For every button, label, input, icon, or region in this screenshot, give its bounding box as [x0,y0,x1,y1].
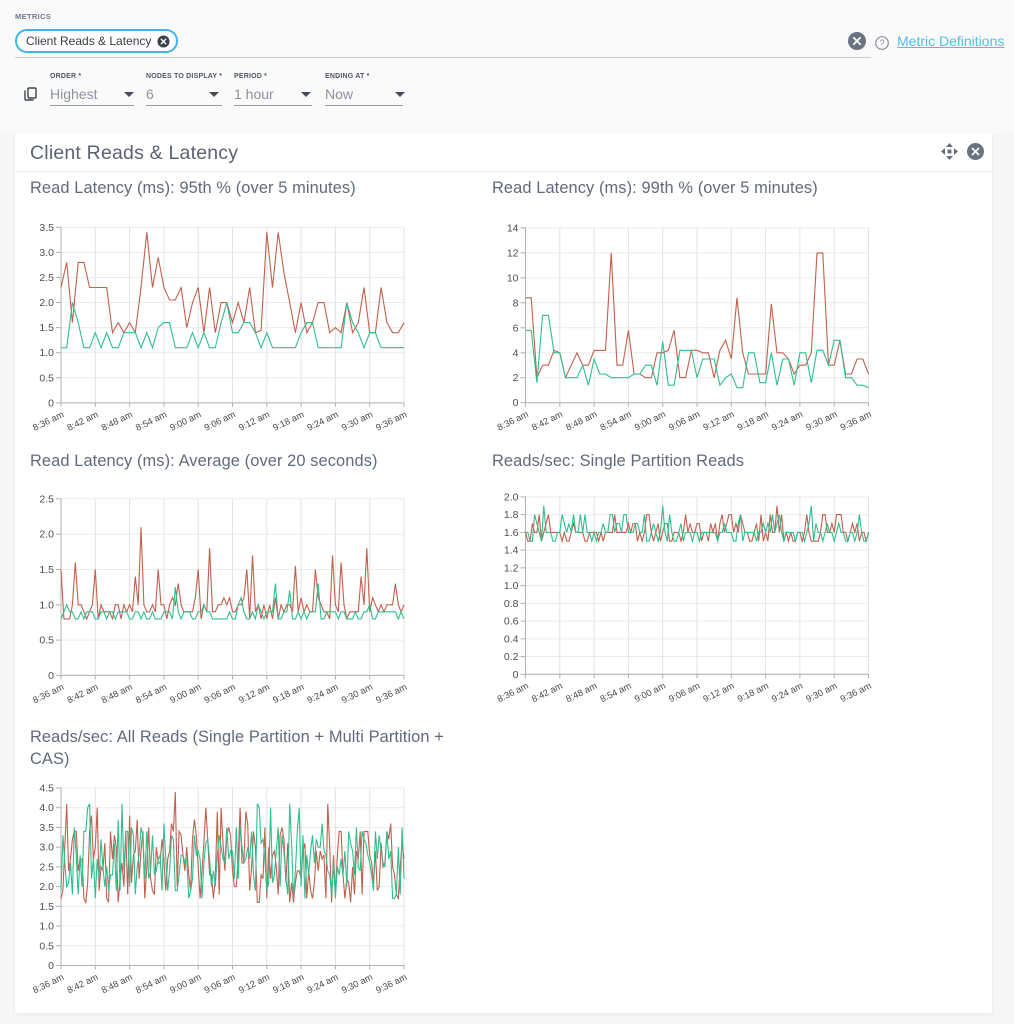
svg-text:10: 10 [507,272,519,284]
svg-text:0.6: 0.6 [504,616,519,628]
svg-text:2.0: 2.0 [39,297,54,309]
svg-text:9:12 am: 9:12 am [237,972,272,996]
svg-text:0: 0 [513,669,519,681]
svg-text:12: 12 [507,247,519,259]
svg-text:14: 14 [507,222,519,234]
svg-text:9:06 am: 9:06 am [203,682,238,706]
svg-text:9:24 am: 9:24 am [306,682,341,706]
svg-text:0.2: 0.2 [504,651,519,663]
svg-text:0: 0 [48,670,54,682]
svg-text:0.5: 0.5 [39,372,54,384]
svg-text:8:54 am: 8:54 am [599,409,634,433]
svg-text:8:36 am: 8:36 am [31,409,66,433]
svg-text:9:06 am: 9:06 am [667,409,702,433]
svg-text:9:30 am: 9:30 am [340,972,375,996]
svg-text:9:00 am: 9:00 am [168,972,203,996]
svg-text:8:36 am: 8:36 am [496,409,531,433]
svg-text:9:24 am: 9:24 am [306,409,341,433]
svg-text:8:54 am: 8:54 am [134,409,169,433]
svg-text:8:42 am: 8:42 am [530,680,565,704]
svg-text:2: 2 [513,372,519,384]
svg-text:9:36 am: 9:36 am [374,972,409,996]
svg-text:9:18 am: 9:18 am [271,682,306,706]
svg-text:8:42 am: 8:42 am [530,409,565,433]
svg-text:1.5: 1.5 [39,901,54,913]
svg-text:4.5: 4.5 [39,783,54,795]
svg-text:1.0: 1.0 [39,921,54,933]
svg-text:9:36 am: 9:36 am [374,682,409,706]
svg-text:2.5: 2.5 [39,861,54,873]
svg-text:9:12 am: 9:12 am [237,409,272,433]
svg-text:2.0: 2.0 [39,529,54,541]
svg-text:2.5: 2.5 [39,493,54,505]
svg-text:9:12 am: 9:12 am [701,680,736,704]
svg-text:8:54 am: 8:54 am [134,682,169,706]
svg-text:9:18 am: 9:18 am [271,409,306,433]
svg-text:9:00 am: 9:00 am [168,682,203,706]
svg-text:1.8: 1.8 [504,509,519,521]
svg-text:0: 0 [48,397,54,409]
svg-text:4.0: 4.0 [39,802,54,814]
svg-text:3.0: 3.0 [39,842,54,854]
svg-text:1.4: 1.4 [504,545,519,557]
svg-text:9:24 am: 9:24 am [306,972,341,996]
svg-text:1.6: 1.6 [504,527,519,539]
svg-text:0.5: 0.5 [39,635,54,647]
svg-text:8:42 am: 8:42 am [65,409,100,433]
svg-text:9:06 am: 9:06 am [203,409,238,433]
svg-text:8:36 am: 8:36 am [31,682,66,706]
svg-text:9:12 am: 9:12 am [701,409,736,433]
svg-text:0: 0 [48,960,54,972]
svg-text:9:18 am: 9:18 am [271,972,306,996]
svg-text:1.0: 1.0 [504,580,519,592]
svg-text:8:54 am: 8:54 am [599,680,634,704]
svg-text:8:48 am: 8:48 am [564,680,599,704]
svg-text:1.2: 1.2 [504,562,519,574]
svg-text:3.5: 3.5 [39,822,54,834]
svg-text:9:00 am: 9:00 am [633,409,668,433]
svg-text:9:24 am: 9:24 am [770,409,805,433]
svg-text:9:36 am: 9:36 am [839,680,874,704]
svg-text:9:06 am: 9:06 am [667,680,702,704]
svg-text:2.0: 2.0 [39,881,54,893]
svg-text:3.0: 3.0 [39,247,54,259]
svg-text:8:48 am: 8:48 am [564,409,599,433]
svg-text:8:36 am: 8:36 am [31,972,66,996]
svg-text:9:12 am: 9:12 am [237,682,272,706]
svg-text:3.5: 3.5 [39,222,54,234]
svg-text:2.5: 2.5 [39,272,54,284]
svg-text:9:30 am: 9:30 am [340,409,375,433]
svg-text:8: 8 [513,297,519,309]
svg-text:0: 0 [513,397,519,409]
svg-text:9:18 am: 9:18 am [736,409,771,433]
svg-text:0.8: 0.8 [504,598,519,610]
svg-text:1.5: 1.5 [39,322,54,334]
svg-text:8:48 am: 8:48 am [100,682,135,706]
svg-text:4: 4 [513,347,519,359]
svg-text:8:42 am: 8:42 am [65,972,100,996]
svg-text:9:36 am: 9:36 am [374,409,409,433]
svg-text:9:24 am: 9:24 am [770,680,805,704]
svg-text:8:42 am: 8:42 am [65,682,100,706]
svg-text:1.5: 1.5 [39,564,54,576]
svg-text:9:36 am: 9:36 am [839,409,874,433]
svg-text:9:00 am: 9:00 am [633,680,668,704]
svg-text:2.0: 2.0 [504,491,519,503]
svg-text:8:54 am: 8:54 am [134,972,169,996]
svg-text:0.5: 0.5 [39,940,54,952]
svg-text:9:00 am: 9:00 am [168,409,203,433]
svg-text:6: 6 [513,322,519,334]
svg-text:9:18 am: 9:18 am [736,680,771,704]
svg-text:0.4: 0.4 [504,633,519,645]
svg-text:9:30 am: 9:30 am [340,682,375,706]
svg-text:1.0: 1.0 [39,599,54,611]
svg-text:9:06 am: 9:06 am [203,972,238,996]
svg-text:8:48 am: 8:48 am [100,972,135,996]
svg-text:8:48 am: 8:48 am [100,409,135,433]
svg-text:8:36 am: 8:36 am [496,680,531,704]
svg-text:9:30 am: 9:30 am [804,680,839,704]
svg-text:1.0: 1.0 [39,347,54,359]
svg-text:9:30 am: 9:30 am [804,409,839,433]
